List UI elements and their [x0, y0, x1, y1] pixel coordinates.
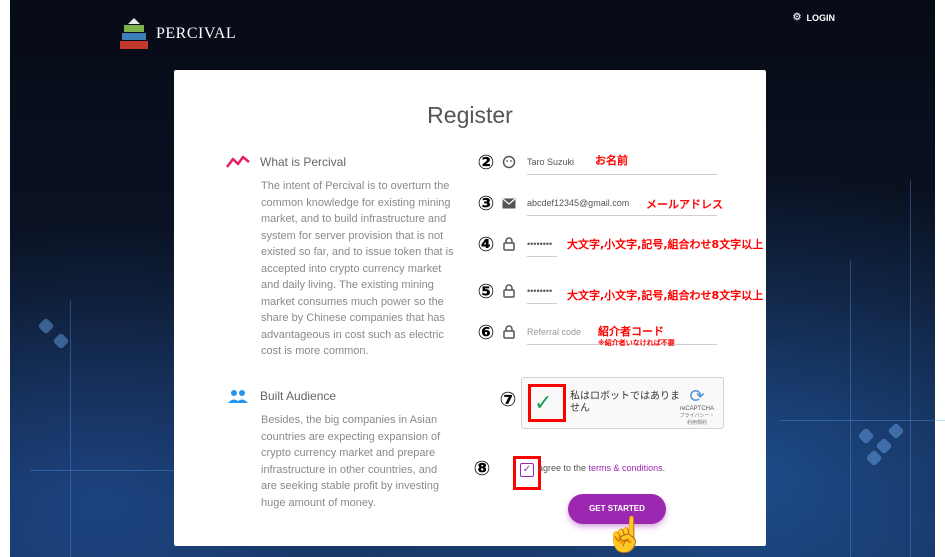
step-number: ⑧ — [473, 456, 491, 480]
people-icon — [228, 390, 248, 403]
login-label: LOGIN — [806, 12, 836, 23]
password-note: 大文字,小文字,記号,組合わせ8文字以上 — [567, 238, 764, 251]
page-title: Register — [427, 102, 513, 128]
step-number: ⑦ — [499, 387, 517, 411]
name-note: お名前 — [595, 154, 628, 167]
referral-row: ⑥ Referral code — [474, 319, 717, 345]
recaptcha-logo: ⟳ reCAPTCHA プライバシー・利用規約 — [679, 386, 715, 426]
step-number: ③ — [477, 191, 495, 215]
face-icon — [500, 153, 518, 171]
info-title: Built Audience — [260, 389, 337, 403]
recaptcha-label: 私はロボットではありません — [570, 391, 680, 414]
referral-note: 紹介者コード — [598, 325, 664, 338]
recaptcha-icon: ⟳ — [689, 386, 705, 406]
info-text: Besides, the big companies in Asian coun… — [261, 414, 441, 509]
brand-logo[interactable]: PERCIVAL — [120, 18, 236, 50]
step-number: ② — [477, 150, 495, 174]
trend-line-icon — [226, 155, 250, 168]
register-card: Register What is Percival The intent of … — [174, 70, 766, 552]
lock-icon — [500, 235, 518, 253]
email-note: メールアドレス — [646, 198, 723, 211]
step-number: ④ — [477, 232, 495, 256]
password-confirm-note: 大文字,小文字,記号,組合わせ8文字以上 — [567, 289, 764, 302]
agree-label: agree to the terms & conditions. — [538, 463, 666, 473]
terms-link[interactable]: terms & conditions — [589, 463, 663, 473]
step-number: ⑥ — [477, 320, 495, 344]
pyramid-logo-icon — [120, 18, 148, 50]
info-what-is-percival: What is Percival The intent of Percival … — [226, 152, 456, 360]
lock-icon — [500, 282, 518, 300]
password-row: ④ •••••••• — [474, 231, 557, 257]
password-field[interactable]: •••••••• — [527, 231, 557, 257]
recaptcha-widget: ✓ 私はロボットではありません ⟳ reCAPTCHA プライバシー・利用規約 — [521, 377, 724, 429]
referral-note-sub: ※紹介者いなければ不要 — [598, 339, 675, 347]
agree-checkbox[interactable]: ✓ — [520, 463, 534, 477]
recaptcha-checkbox[interactable]: ✓ — [534, 390, 552, 416]
password-confirm-row: ⑤ •••••••• — [474, 278, 557, 304]
brand-name: PERCIVAL — [156, 25, 237, 42]
step-number: ⑤ — [477, 279, 495, 303]
password-confirm-field[interactable]: •••••••• — [527, 278, 557, 304]
pointer-hand-icon: ☝ — [604, 516, 647, 554]
info-text: The intent of Percival is to overturn th… — [261, 180, 454, 357]
mail-icon — [500, 194, 518, 212]
recaptcha-links[interactable]: プライバシー・利用規約 — [679, 412, 715, 426]
lock-icon — [500, 323, 518, 341]
login-link[interactable]: ⚙ LOGIN — [793, 12, 835, 23]
info-built-audience: Built Audience Besides, the big companie… — [226, 386, 456, 511]
info-title: What is Percival — [260, 155, 347, 169]
user-icon: ⚙ — [792, 12, 802, 23]
